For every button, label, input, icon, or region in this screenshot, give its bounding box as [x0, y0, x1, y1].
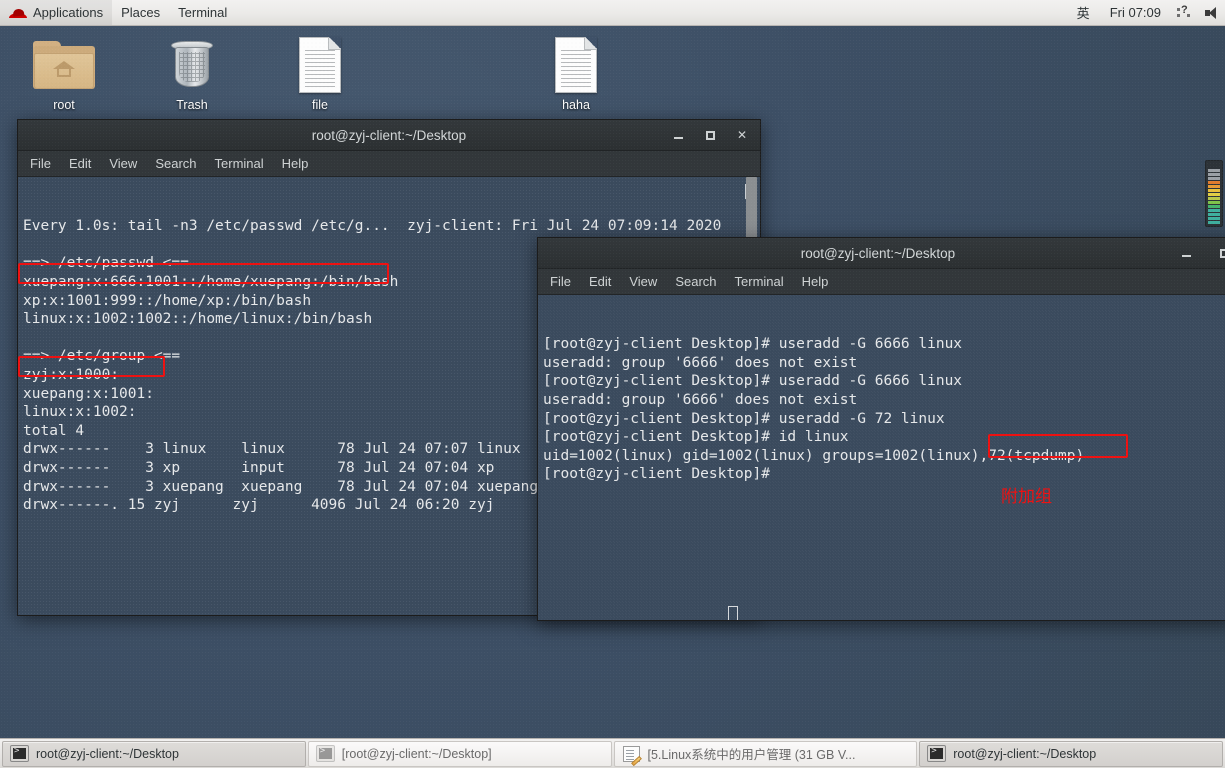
window2-title: root@zyj-client:~/Desktop	[800, 245, 956, 261]
minimize-icon[interactable]	[1178, 245, 1194, 261]
notes-icon	[622, 745, 642, 766]
terminal-icon	[11, 746, 28, 761]
system-monitor-bar	[1208, 213, 1220, 216]
window1-title-bar[interactable]: root@zyj-client:~/Desktop ✕	[18, 120, 760, 151]
document-icon	[528, 34, 624, 96]
system-monitor-bar	[1208, 193, 1220, 196]
clock[interactable]: Fri 07:09	[1100, 0, 1171, 25]
system-monitor-bar	[1208, 221, 1220, 224]
terminal-line: useradd: group '6666' does not exist	[543, 391, 858, 408]
system-monitor-bar	[1208, 201, 1220, 204]
taskbar-item-label: root@zyj-client:~/Desktop	[953, 746, 1097, 761]
desktop-icon-trash[interactable]: Trash	[144, 34, 240, 112]
taskbar-item-terminal-3[interactable]: root@zyj-client:~/Desktop	[919, 740, 1223, 767]
terminal-line: [root@zyj-client Desktop]# useradd -G 72…	[543, 410, 945, 427]
maximize-icon[interactable]	[1216, 245, 1225, 261]
taskbar-item-terminal-2[interactable]: [root@zyj-client:~/Desktop]	[307, 740, 612, 767]
menu-terminal[interactable]: Terminal	[215, 156, 264, 171]
terminal-menu-label: Terminal	[178, 5, 228, 20]
applications-menu-label: Applications	[33, 5, 104, 20]
desktop-icon-label: Trash	[176, 98, 208, 112]
terminal-window-2[interactable]: root@zyj-client:~/Desktop File Edit View…	[537, 237, 1225, 621]
menu-help[interactable]: Help	[802, 274, 829, 289]
taskbar-item-label: root@zyj-client:~/Desktop	[36, 746, 179, 761]
window2-title-bar[interactable]: root@zyj-client:~/Desktop	[538, 238, 1225, 269]
trash-can-icon	[144, 34, 240, 96]
document-icon	[272, 34, 368, 96]
clock-label: Fri 07:09	[1109, 5, 1161, 20]
terminal-icon	[928, 746, 946, 761]
system-monitor-bar	[1208, 189, 1220, 192]
window2-terminal-output[interactable]: [root@zyj-client Desktop]# useradd -G 66…	[538, 295, 1225, 620]
system-monitor-bar	[1208, 177, 1220, 180]
taskbar-item-label: [root@zyj-client:~/Desktop]	[341, 746, 492, 761]
desktop-icon-label: haha	[562, 98, 590, 112]
desktop-icon-haha[interactable]: haha	[528, 34, 624, 112]
maximize-icon[interactable]	[702, 127, 718, 143]
terminal-line: useradd: group '6666' does not exist	[543, 354, 858, 371]
window2-controls	[1178, 245, 1225, 261]
system-monitor-applet[interactable]	[1205, 160, 1223, 227]
input-method-label: 英	[1076, 6, 1090, 21]
window2-menu-bar: File Edit View Search Terminal Help	[538, 269, 1225, 295]
system-monitor-bar	[1208, 185, 1220, 188]
window2-output-lines: [root@zyj-client Desktop]# useradd -G 66…	[543, 335, 1225, 484]
system-monitor-bar	[1208, 209, 1220, 212]
top-panel: Applications Places Terminal 英 Fri 07:09…	[0, 0, 1225, 26]
menu-edit[interactable]: Edit	[69, 156, 91, 171]
taskbar: root@zyj-client:~/Desktop [root@zyj-clie…	[0, 738, 1225, 768]
system-monitor-bar	[1208, 173, 1220, 176]
desktop-icon-label: root	[53, 98, 75, 112]
system-monitor-bar	[1208, 205, 1220, 208]
applications-menu[interactable]: Applications	[0, 0, 113, 25]
terminal-line: uid=1002(linux) gid=1002(linux) groups=1…	[543, 447, 1085, 464]
supplementary-group-annotation: 附加组	[1001, 487, 1052, 507]
places-menu-label: Places	[121, 5, 161, 20]
window1-menu-bar: File Edit View Search Terminal Help	[18, 151, 760, 177]
terminal-line: [root@zyj-client Desktop]# useradd -G 66…	[543, 336, 963, 353]
menu-search[interactable]: Search	[675, 274, 716, 289]
taskbar-item-label: [5.Linux系统中的用户管理 (31 GB V...	[647, 748, 856, 762]
desktop-icon-file[interactable]: file	[272, 34, 368, 112]
menu-search[interactable]: Search	[155, 156, 196, 171]
speaker-tray-icon[interactable]	[1199, 6, 1225, 20]
minimize-icon[interactable]	[670, 127, 686, 143]
panel-status-area: 英 Fri 07:09 ?	[1067, 0, 1225, 25]
volume-icon	[1205, 6, 1219, 20]
question-mark-icon: ?	[1177, 4, 1193, 21]
desktop-icon-root[interactable]: root	[16, 34, 112, 112]
menu-help[interactable]: Help	[282, 156, 309, 171]
menu-edit[interactable]: Edit	[589, 274, 611, 289]
terminal-line: [root@zyj-client Desktop]# useradd -G 66…	[543, 373, 963, 390]
taskbar-item-terminal-1[interactable]: root@zyj-client:~/Desktop	[2, 740, 306, 767]
terminal-line: Every 1.0s: tail -n3 /etc/passwd /etc/g.…	[23, 218, 722, 235]
close-icon[interactable]: ✕	[734, 127, 750, 143]
terminal-icon	[316, 746, 334, 761]
places-menu[interactable]: Places	[112, 0, 169, 25]
window1-controls: ✕	[670, 127, 760, 143]
menu-file[interactable]: File	[550, 274, 571, 289]
terminal-line: [root@zyj-client Desktop]#	[543, 466, 770, 483]
terminal-menu[interactable]: Terminal	[169, 0, 236, 25]
home-folder-icon	[16, 34, 112, 96]
system-monitor-bar	[1208, 197, 1220, 200]
system-monitor-bar	[1208, 217, 1220, 220]
window2-text-cursor	[728, 606, 738, 620]
redhat-logo-icon	[9, 6, 27, 20]
system-monitor-bar	[1208, 181, 1220, 184]
panel-menu-group: Applications Places Terminal	[0, 0, 236, 25]
menu-view[interactable]: View	[109, 156, 137, 171]
menu-file[interactable]: File	[30, 156, 51, 171]
system-monitor-bar	[1208, 169, 1220, 172]
taskbar-item-notes[interactable]: [5.Linux系统中的用户管理 (31 GB V...	[613, 740, 918, 767]
menu-view[interactable]: View	[629, 274, 657, 289]
input-method-indicator[interactable]: 英	[1067, 0, 1100, 25]
terminal-line: [root@zyj-client Desktop]# id linux	[543, 429, 849, 446]
desktop-background: Applications Places Terminal 英 Fri 07:09…	[0, 0, 1225, 768]
window1-title: root@zyj-client:~/Desktop	[311, 127, 467, 143]
help-tray-icon[interactable]: ?	[1171, 4, 1199, 21]
desktop-icon-label: file	[312, 98, 328, 112]
menu-terminal[interactable]: Terminal	[735, 274, 784, 289]
